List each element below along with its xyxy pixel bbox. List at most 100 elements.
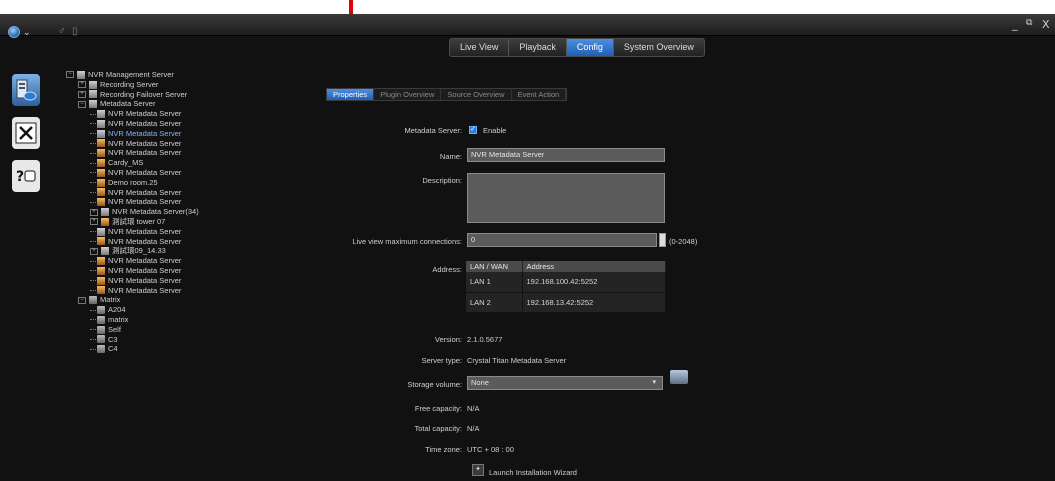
tree-item[interactable]: NVR Metadata Server	[62, 266, 312, 276]
enable-label: Enable	[483, 126, 507, 135]
storage-volume-select[interactable]: None ▾	[467, 376, 663, 390]
server-icon	[97, 227, 105, 236]
clipboard-icon[interactable]: ▯	[72, 27, 83, 37]
address-type-cell: LAN 1	[466, 272, 523, 293]
tab-live-view[interactable]: Live View	[450, 39, 510, 56]
tab-config[interactable]: Config	[566, 39, 614, 56]
address-table: LAN / WAN Address LAN 1 192.168.100.42:5…	[466, 261, 666, 313]
name-input[interactable]: NVR Metadata Server	[467, 148, 665, 162]
address-type-cell: LAN 2	[466, 292, 523, 313]
top-navigation: Live View Playback Config System Overvie…	[449, 38, 705, 57]
tree-item-label: NVR Metadata Server	[108, 148, 182, 158]
tree-branch-line	[90, 338, 96, 340]
user-icon[interactable]: ♂	[58, 27, 69, 37]
tree-branch-line	[90, 113, 96, 115]
tree-item[interactable]: NVR Metadata Server	[62, 168, 312, 178]
launch-wizard-link[interactable]: Launch Installation Wizard	[489, 468, 577, 477]
server-icon	[97, 129, 105, 138]
tab-event-action[interactable]: Event Action	[511, 89, 567, 100]
tree-branch-line	[90, 152, 96, 154]
connections-stepper[interactable]	[659, 233, 666, 247]
tree-item[interactable]: NVR Metadata Server	[62, 237, 312, 247]
tree-branch-line	[90, 329, 96, 331]
tab-playback[interactable]: Playback	[509, 39, 567, 56]
tree-branch-line	[90, 280, 96, 282]
tree-item[interactable]: matrix	[62, 315, 312, 325]
tree-item-label: Metadata Server	[100, 99, 156, 109]
tree-item[interactable]: NVR Metadata Server	[62, 256, 312, 266]
tree-item[interactable]: NVR Metadata Server	[62, 227, 312, 237]
tree-item[interactable]: + 測試環09_14.33	[62, 246, 312, 256]
subtab-bar: Properties Plugin Overview Source Overvi…	[326, 88, 568, 101]
expand-icon[interactable]: +	[78, 81, 86, 89]
tree-item[interactable]: NVR Metadata Server	[62, 188, 312, 198]
tree-item[interactable]: C4	[62, 344, 312, 354]
server-icon	[101, 208, 109, 217]
tab-source-overview[interactable]: Source Overview	[441, 89, 512, 100]
tree-item[interactable]: + Recording Server	[62, 80, 312, 90]
storage-volume-label: Storage volume:	[407, 380, 462, 389]
tree-item[interactable]: NVR Metadata Server	[62, 129, 312, 139]
tree-branch-line	[90, 260, 96, 262]
address-col-type: LAN / WAN	[466, 261, 523, 272]
tree-item-label: NVR Metadata Server	[108, 128, 182, 138]
collapse-icon[interactable]: −	[78, 100, 86, 108]
tree-item[interactable]: NVR Metadata Server	[62, 119, 312, 129]
tree-item[interactable]: C3	[62, 335, 312, 345]
collapse-icon[interactable]: −	[78, 296, 86, 304]
expand-icon[interactable]: +	[90, 208, 98, 216]
table-row[interactable]: LAN 2 192.168.13.42:5252	[466, 292, 666, 313]
matrix-icon	[97, 315, 105, 324]
tree-item[interactable]: NVR Metadata Server	[62, 286, 312, 296]
minimize-button[interactable]: _	[1012, 18, 1018, 31]
tree-item[interactable]: NVR Metadata Server	[62, 148, 312, 158]
metadata-server-icon	[97, 266, 105, 275]
tab-system-overview[interactable]: System Overview	[614, 39, 704, 56]
title-bar	[0, 14, 1055, 36]
expand-icon[interactable]: +	[78, 90, 86, 98]
wizard-icon[interactable]: ✦	[472, 464, 484, 476]
tree-branch-line	[90, 182, 96, 184]
live-view-connections-input[interactable]: 0	[467, 233, 657, 247]
tree-item-label: Recording Failover Server	[100, 89, 188, 99]
tree-item-label: NVR Metadata Server	[108, 236, 182, 246]
tab-plugin-overview[interactable]: Plugin Overview	[374, 89, 442, 100]
expand-icon[interactable]: +	[90, 247, 98, 255]
tree-item-label: matrix	[108, 314, 129, 324]
tree-item[interactable]: + Recording Failover Server	[62, 90, 312, 100]
tools-icon[interactable]	[12, 117, 40, 149]
storage-settings-icon[interactable]	[670, 370, 688, 384]
tree-branch-line	[90, 289, 96, 291]
tree-branch-line	[90, 191, 96, 193]
tree-branch-line	[90, 348, 96, 350]
tree-item-label: Self	[108, 324, 121, 334]
tab-properties[interactable]: Properties	[327, 89, 375, 100]
metadata-server-icon	[97, 178, 105, 187]
server-config-icon[interactable]	[12, 74, 40, 106]
help-icon[interactable]: ?	[12, 160, 40, 192]
tree-item[interactable]: + 測試環 tower 07	[62, 217, 312, 227]
tree-item[interactable]: − Matrix	[62, 295, 312, 305]
tree-item[interactable]: − NVR Management Server	[62, 70, 312, 80]
tree-item[interactable]: NVR Metadata Server	[62, 139, 312, 149]
tree-item-label: NVR Metadata Server	[108, 187, 182, 197]
enable-checkbox[interactable]: ✓	[469, 126, 477, 134]
app-menu-button[interactable]: ⌄	[8, 25, 48, 39]
tree-item[interactable]: Self	[62, 325, 312, 335]
table-row[interactable]: LAN 1 192.168.100.42:5252	[466, 272, 666, 293]
restore-button[interactable]: ⧉	[1026, 18, 1032, 28]
tree-branch-line	[90, 309, 96, 311]
expand-icon[interactable]: +	[90, 218, 98, 226]
tree-item[interactable]: NVR Metadata Server	[62, 197, 312, 207]
collapse-icon[interactable]: −	[66, 71, 74, 79]
description-textarea[interactable]	[467, 173, 665, 223]
tree-item[interactable]: NVR Metadata Server	[62, 109, 312, 119]
tree-item[interactable]: Demo room.25	[62, 178, 312, 188]
tree-item[interactable]: Cardy_MS	[62, 158, 312, 168]
tree-item[interactable]: NVR Metadata Server	[62, 276, 312, 286]
tree-item[interactable]: + NVR Metadata Server(34)	[62, 207, 312, 217]
tree-item[interactable]: − Metadata Server	[62, 99, 312, 109]
tree-item[interactable]: A204	[62, 305, 312, 315]
close-button[interactable]: X	[1042, 18, 1050, 31]
tree-item-label: NVR Management Server	[88, 70, 174, 79]
